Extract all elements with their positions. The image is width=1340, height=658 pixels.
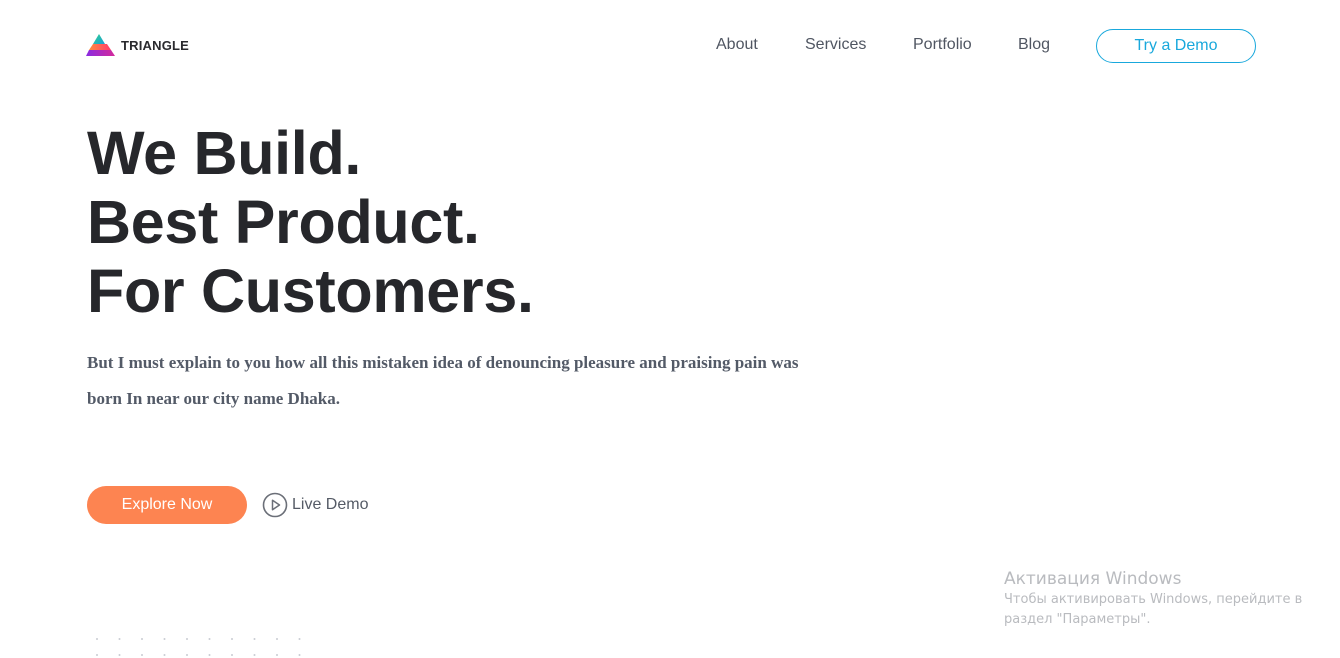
- play-circle-icon: [262, 492, 288, 518]
- watermark-title: Активация Windows: [1004, 569, 1182, 589]
- hero-title: We Build. Best Product. For Customers.: [87, 119, 534, 326]
- try-demo-button[interactable]: Try a Demo: [1096, 29, 1256, 63]
- dot-pattern-decoration: [96, 638, 301, 656]
- watermark-line-2: раздел "Параметры".: [1004, 612, 1151, 627]
- watermark-line-1: Чтобы активировать Windows, перейдите в: [1004, 592, 1303, 607]
- main-nav: About Services Portfolio Blog Try a Demo: [0, 28, 1340, 64]
- hero-title-line-1: We Build.: [87, 119, 362, 187]
- hero-title-line-3: For Customers.: [87, 257, 534, 325]
- windows-activation-watermark: Активация Windows Чтобы активировать Win…: [1004, 568, 1334, 630]
- nav-item-portfolio[interactable]: Portfolio: [913, 36, 972, 54]
- nav-item-about[interactable]: About: [716, 36, 758, 54]
- landing-page: TRIANGLE About Services Portfolio Blog T…: [0, 0, 1340, 658]
- explore-now-button[interactable]: Explore Now: [87, 486, 247, 524]
- hero-title-line-2: Best Product.: [87, 188, 480, 256]
- nav-item-blog[interactable]: Blog: [1018, 36, 1050, 54]
- hero-description: But I must explain to you how all this m…: [87, 353, 799, 408]
- nav-item-services[interactable]: Services: [805, 36, 866, 54]
- live-demo-label: Live Demo: [292, 496, 369, 513]
- live-demo-link[interactable]: Live Demo: [262, 492, 368, 518]
